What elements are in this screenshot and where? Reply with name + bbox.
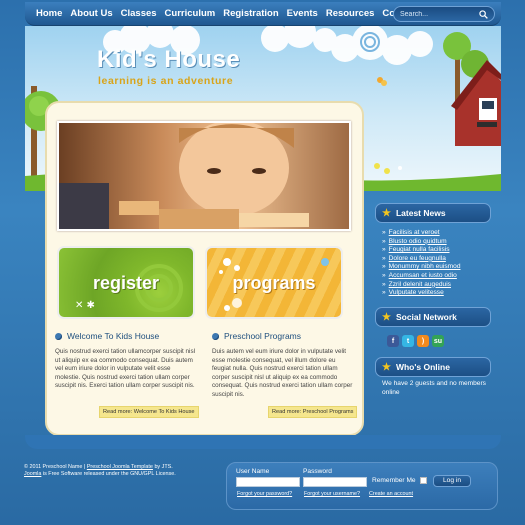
news-item[interactable]: Facilisis at veroet xyxy=(382,229,461,238)
nav-item-events[interactable]: Events xyxy=(283,8,322,19)
by-text: by JTS. xyxy=(154,464,173,470)
article-body: Duis autem vel eum iriure dolor in vulpu… xyxy=(212,348,353,398)
latest-news-header: ★ Latest News xyxy=(375,203,491,223)
flowers xyxy=(374,163,402,174)
star-icon: ★ xyxy=(382,311,391,323)
site-title: Kid's House xyxy=(97,46,241,73)
username-label: User Name xyxy=(236,468,270,475)
twitter-icon[interactable]: t xyxy=(402,335,414,347)
footer-bar xyxy=(25,435,501,449)
main-content-panel: ✕ ✱ register programs Welcome To Kids Ho… xyxy=(45,101,364,436)
article-programs: Preschool Programs Duis autem vel eum ir… xyxy=(212,331,354,400)
password-label: Password xyxy=(303,468,332,475)
news-item[interactable]: Dolore eu feugnulla xyxy=(382,255,461,264)
template-link[interactable]: Preschool Joomla Template xyxy=(87,464,153,470)
site-tagline: learning is an adventure xyxy=(98,75,234,87)
whos-online-text: We have 2 guests and no members online xyxy=(382,380,486,396)
programs-label: programs xyxy=(232,273,316,293)
latest-news-title: Latest News xyxy=(395,208,446,218)
whos-online-header: ★ Who's Online xyxy=(375,357,491,377)
read-more-programs-button[interactable]: Read more: Preschool Programs xyxy=(268,406,358,418)
news-list: Facilisis at veroet Blusto odio quidtum … xyxy=(382,229,461,298)
hero-photo xyxy=(57,121,351,231)
register-label: register xyxy=(92,273,160,293)
article-title[interactable]: Welcome To Kids House xyxy=(67,331,159,341)
nav-item-curriculum[interactable]: Curriculum xyxy=(161,8,220,19)
nav-item-resources[interactable]: Resources xyxy=(322,8,379,19)
news-item[interactable]: Blusto odio quidtum xyxy=(382,238,461,247)
star-icon: ★ xyxy=(382,361,391,373)
username-input[interactable] xyxy=(236,477,300,487)
remember-me-checkbox[interactable] xyxy=(420,477,427,484)
read-more-welcome-button[interactable]: Read more: Welcome To Kids House xyxy=(99,406,199,418)
search-input[interactable] xyxy=(400,10,478,18)
butterfly xyxy=(377,77,387,86)
password-input[interactable] xyxy=(303,477,367,487)
search-box xyxy=(393,6,495,22)
svg-text:✕ ✱: ✕ ✱ xyxy=(75,300,95,311)
star-icon: ★ xyxy=(382,207,391,219)
top-navigation: Home About Us Classes Curriculum Registr… xyxy=(25,2,501,26)
news-item[interactable]: Monummy nibh euismod xyxy=(382,263,461,272)
social-network-title: Social Network xyxy=(395,312,457,322)
rss-icon[interactable]: ) xyxy=(417,335,429,347)
nav-item-classes[interactable]: Classes xyxy=(117,8,161,19)
hero-image-illustration xyxy=(59,123,349,229)
article-title-row: Welcome To Kids House xyxy=(55,331,197,341)
article-title[interactable]: Preschool Programs xyxy=(224,331,301,341)
stumbleupon-icon[interactable]: su xyxy=(432,335,444,347)
news-item[interactable]: Feugiat nulla facilisis xyxy=(382,246,461,255)
login-button[interactable]: Log in xyxy=(433,475,471,487)
nav-item-registration[interactable]: Registration xyxy=(219,8,282,19)
joomla-link[interactable]: Joomla xyxy=(24,471,41,477)
article-body: Quis nostrud exerci tation ullamcorper s… xyxy=(55,348,195,390)
create-account-link[interactable]: Create an account xyxy=(369,491,413,497)
news-item[interactable]: Zzril delenit augeduis xyxy=(382,281,461,290)
social-icons: f t ) su xyxy=(387,335,444,347)
social-network-header: ★ Social Network xyxy=(375,307,491,327)
whos-online-title: Who's Online xyxy=(395,362,450,372)
article-welcome: Welcome To Kids House Quis nostrud exerc… xyxy=(55,331,197,391)
forgot-username-link[interactable]: Forgot your username? xyxy=(304,491,360,497)
footer-copyright: © 2011 Preschool Name | Preschool Joomla… xyxy=(24,464,214,478)
nav-item-home[interactable]: Home xyxy=(32,8,66,19)
search-icon[interactable] xyxy=(479,10,488,19)
register-promo[interactable]: ✕ ✱ register xyxy=(57,246,195,319)
bullet-icon xyxy=(55,332,62,340)
bullet-icon xyxy=(212,332,219,340)
login-form: User Name Password Remember Me Log in Fo… xyxy=(226,462,498,510)
license-text: is Free Software released under the GNU/… xyxy=(42,471,176,477)
facebook-icon[interactable]: f xyxy=(387,335,399,347)
news-item[interactable]: Accumsan et iusto odio xyxy=(382,272,461,281)
copyright-text: © 2011 Preschool Name | xyxy=(24,464,86,470)
nav-menu: Home About Us Classes Curriculum Registr… xyxy=(32,8,422,19)
article-title-row: Preschool Programs xyxy=(212,331,354,341)
news-item[interactable]: Vulputate velitesse xyxy=(382,289,461,298)
nav-item-about-us[interactable]: About Us xyxy=(66,8,116,19)
forgot-password-link[interactable]: Forgot your password? xyxy=(237,491,292,497)
remember-me-label: Remember Me xyxy=(372,477,416,484)
programs-promo[interactable]: programs xyxy=(205,246,343,319)
